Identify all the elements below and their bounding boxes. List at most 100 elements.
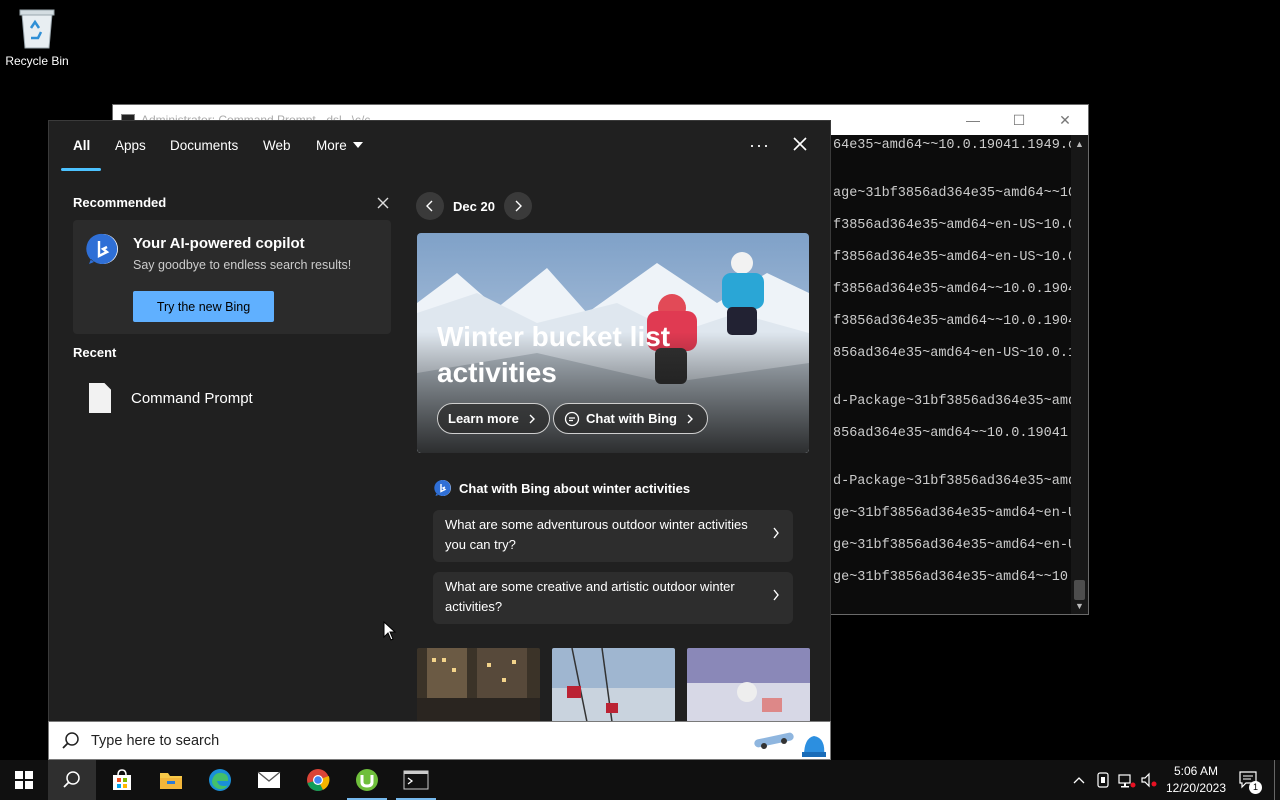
store-icon	[113, 769, 131, 790]
action-center-button[interactable]: 1	[1236, 760, 1262, 800]
search-icon	[63, 771, 80, 788]
taskbar-store[interactable]	[98, 760, 146, 800]
tab-more[interactable]: More	[316, 138, 363, 153]
cmd-line: 856ad364e35~amd64~~10.0.19041.	[833, 426, 1071, 441]
taskbar-chrome[interactable]	[294, 760, 342, 800]
notification-count: 1	[1249, 781, 1262, 794]
search-tabs: All Apps Documents Web More ···	[49, 121, 830, 173]
thumbnail-snow-activity[interactable]	[687, 648, 810, 722]
tab-apps[interactable]: Apps	[115, 138, 146, 153]
close-panel-icon[interactable]	[789, 133, 811, 155]
recent-item-command-prompt[interactable]: Command Prompt	[89, 381, 389, 415]
bing-question-1[interactable]: What are some adventurous outdoor winter…	[433, 510, 793, 562]
copilot-title: Your AI-powered copilot	[133, 235, 305, 252]
taskbar: 5:06 AM 12/20/2023 1	[0, 760, 1280, 800]
clock-time: 5:06 AM	[1173, 764, 1219, 778]
clock-date: 12/20/2023	[1165, 781, 1227, 795]
recycle-bin-label: Recycle Bin	[5, 54, 69, 68]
date-label: Dec 20	[453, 198, 495, 214]
tab-all[interactable]: All	[73, 138, 90, 153]
question-text: What are some creative and artistic outd…	[445, 579, 735, 614]
maximize-button[interactable]: ☐	[996, 105, 1042, 135]
date-navigation: Dec 20	[416, 192, 532, 220]
taskbar-file-explorer[interactable]	[147, 760, 195, 800]
search-icon	[62, 731, 79, 749]
mail-icon	[257, 771, 281, 788]
cmd-line: f3856ad364e35~amd64~en-US~10.0	[833, 218, 1071, 233]
tab-web[interactable]: Web	[263, 138, 291, 153]
scroll-down-icon[interactable]: ▼	[1071, 597, 1088, 614]
search-highlight-icon	[754, 732, 826, 757]
chevron-right-icon	[515, 200, 522, 212]
close-button[interactable]: ✕	[1042, 105, 1088, 135]
chevron-right-icon	[529, 414, 535, 423]
desktop: Recycle Bin Administrator: Command Promp…	[0, 0, 1280, 760]
cmd-line: ge~31bf3856ad364e35~amd64~en-U	[833, 538, 1071, 553]
active-tab-indicator	[61, 168, 101, 171]
taskbar-clock[interactable]: 5:06 AM 12/20/2023	[1160, 763, 1232, 797]
cmd-line: d-Package~31bf3856ad364e35~amd	[833, 394, 1071, 409]
more-options-icon[interactable]: ···	[749, 135, 770, 156]
cmd-line: d-Package~31bf3856ad364e35~amd	[833, 474, 1071, 489]
chevron-right-icon	[773, 589, 779, 601]
chat-bubble-icon	[564, 411, 580, 426]
cmd-line: 64e35~amd64~~10.0.19041.1949.c	[833, 138, 1071, 153]
search-panel: All Apps Documents Web More ··· Recommen…	[48, 120, 831, 760]
file-explorer-icon	[160, 773, 182, 789]
cmd-scrollbar[interactable]: ▲ ▼	[1071, 135, 1088, 614]
taskbar-utorrent[interactable]	[343, 760, 391, 800]
cmd-line: age~31bf3856ad364e35~amd64~~10	[833, 186, 1071, 201]
network-icon[interactable]	[1116, 760, 1138, 800]
chat-with-bing-label: Chat with Bing	[586, 411, 677, 426]
bing-chat-icon	[434, 479, 451, 496]
mouse-cursor-icon	[383, 621, 397, 641]
chat-heading: Chat with Bing about winter activities	[434, 479, 690, 497]
thumbnail-ski-lift[interactable]	[552, 648, 675, 722]
recycle-bin[interactable]: Recycle Bin	[4, 6, 70, 68]
hero-card[interactable]: Winter bucket list activities Learn more…	[417, 233, 809, 453]
edge-icon	[209, 769, 231, 791]
previous-day-button[interactable]	[416, 192, 444, 220]
volume-icon[interactable]	[1138, 760, 1160, 800]
caret-down-icon	[352, 142, 363, 148]
bing-chat-icon	[86, 232, 120, 266]
chat-with-bing-button[interactable]: Chat with Bing	[553, 403, 708, 434]
thumbnail-city-lights[interactable]	[417, 648, 540, 722]
chevron-right-icon	[773, 527, 779, 539]
recommended-heading: Recommended	[73, 195, 167, 210]
command-prompt-icon	[403, 770, 429, 790]
bing-question-2[interactable]: What are some creative and artistic outd…	[433, 572, 793, 624]
taskbar-search-button[interactable]	[48, 760, 96, 800]
minimize-button[interactable]: —	[950, 105, 996, 135]
next-day-button[interactable]	[503, 192, 532, 220]
hero-title: Winter bucket list activities	[437, 321, 671, 388]
tray-device-icon[interactable]	[1092, 760, 1114, 800]
taskbar-mail[interactable]	[245, 760, 293, 800]
cmd-line: f3856ad364e35~amd64~~10.0.1904	[833, 282, 1071, 297]
scroll-up-icon[interactable]: ▲	[1071, 135, 1088, 152]
start-icon	[15, 771, 33, 789]
utorrent-icon	[356, 769, 378, 791]
copilot-card[interactable]: Your AI-powered copilot Say goodbye to e…	[73, 220, 391, 334]
cmd-line: ge~31bf3856ad364e35~amd64~en-U	[833, 506, 1071, 521]
chevron-right-icon	[687, 414, 693, 423]
show-desktop-divider[interactable]	[1274, 760, 1275, 800]
tab-more-label: More	[316, 138, 347, 153]
learn-more-label: Learn more	[448, 411, 519, 426]
cmd-line: ge~31bf3856ad364e35~amd64~~10.	[833, 570, 1071, 585]
dismiss-recommended-icon[interactable]	[375, 195, 391, 211]
show-hidden-icons-button[interactable]	[1068, 760, 1090, 800]
cmd-line: f3856ad364e35~amd64~~10.0.1904	[833, 314, 1071, 329]
document-icon	[89, 383, 111, 413]
tab-documents[interactable]: Documents	[170, 138, 238, 153]
taskbar-edge[interactable]	[196, 760, 244, 800]
search-input[interactable]	[91, 732, 691, 749]
taskbar-command-prompt[interactable]	[392, 760, 440, 800]
learn-more-button[interactable]: Learn more	[437, 403, 550, 434]
chat-heading-text: Chat with Bing about winter activities	[459, 480, 691, 496]
taskbar-search-box[interactable]	[48, 721, 831, 760]
try-new-bing-button[interactable]: Try the new Bing	[133, 291, 274, 322]
recent-heading: Recent	[73, 345, 117, 360]
chevron-up-icon	[1073, 777, 1085, 784]
start-button[interactable]	[0, 760, 48, 800]
